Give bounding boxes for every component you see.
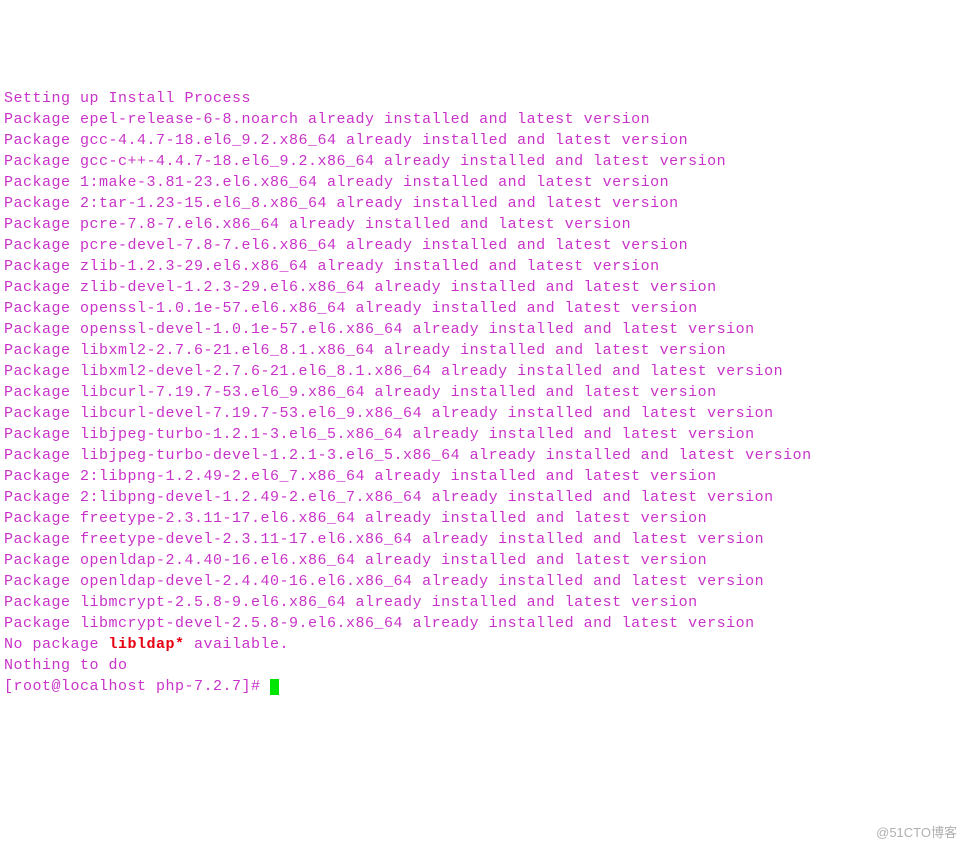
output-line: Package openldap-2.4.40-16.el6.x86_64 al…	[4, 550, 963, 571]
no-package-prefix: No package	[4, 636, 109, 653]
output-line: Package libjpeg-turbo-devel-1.2.1-3.el6_…	[4, 445, 963, 466]
no-package-line: No package libldap* available.	[4, 634, 963, 655]
output-line: Package zlib-1.2.3-29.el6.x86_64 already…	[4, 256, 963, 277]
output-line: Package libmcrypt-devel-2.5.8-9.el6.x86_…	[4, 613, 963, 634]
output-line: Package libxml2-2.7.6-21.el6_8.1.x86_64 …	[4, 340, 963, 361]
output-line: Setting up Install Process	[4, 88, 963, 109]
terminal-output[interactable]: Setting up Install ProcessPackage epel-r…	[4, 88, 963, 697]
output-line: Package 2:libpng-devel-1.2.49-2.el6_7.x8…	[4, 487, 963, 508]
output-line: Package openssl-devel-1.0.1e-57.el6.x86_…	[4, 319, 963, 340]
output-line: Package 2:tar-1.23-15.el6_8.x86_64 alrea…	[4, 193, 963, 214]
output-line: Package freetype-devel-2.3.11-17.el6.x86…	[4, 529, 963, 550]
output-line: Package 2:libpng-1.2.49-2.el6_7.x86_64 a…	[4, 466, 963, 487]
output-line: Package openssl-1.0.1e-57.el6.x86_64 alr…	[4, 298, 963, 319]
prompt-text: [root@localhost php-7.2.7]#	[4, 678, 270, 695]
output-line: Package libmcrypt-2.5.8-9.el6.x86_64 alr…	[4, 592, 963, 613]
no-package-suffix: available.	[185, 636, 290, 653]
output-line: Package 1:make-3.81-23.el6.x86_64 alread…	[4, 172, 963, 193]
no-package-name: libldap*	[109, 636, 185, 653]
nothing-to-do-line: Nothing to do	[4, 655, 963, 676]
output-line: Package libcurl-7.19.7-53.el6_9.x86_64 a…	[4, 382, 963, 403]
output-line: Package gcc-c++-4.4.7-18.el6_9.2.x86_64 …	[4, 151, 963, 172]
watermark-text: @51CTO博客	[876, 824, 957, 842]
cursor-icon	[270, 679, 279, 695]
output-line: Package pcre-7.8-7.el6.x86_64 already in…	[4, 214, 963, 235]
output-line: Package epel-release-6-8.noarch already …	[4, 109, 963, 130]
output-line: Package openldap-devel-2.4.40-16.el6.x86…	[4, 571, 963, 592]
output-line: Package gcc-4.4.7-18.el6_9.2.x86_64 alre…	[4, 130, 963, 151]
output-line: Package libjpeg-turbo-1.2.1-3.el6_5.x86_…	[4, 424, 963, 445]
output-line: Package libcurl-devel-7.19.7-53.el6_9.x8…	[4, 403, 963, 424]
output-line: Package freetype-2.3.11-17.el6.x86_64 al…	[4, 508, 963, 529]
output-line: Package pcre-devel-7.8-7.el6.x86_64 alre…	[4, 235, 963, 256]
output-line: Package zlib-devel-1.2.3-29.el6.x86_64 a…	[4, 277, 963, 298]
prompt-line[interactable]: [root@localhost php-7.2.7]#	[4, 676, 963, 697]
output-line: Package libxml2-devel-2.7.6-21.el6_8.1.x…	[4, 361, 963, 382]
